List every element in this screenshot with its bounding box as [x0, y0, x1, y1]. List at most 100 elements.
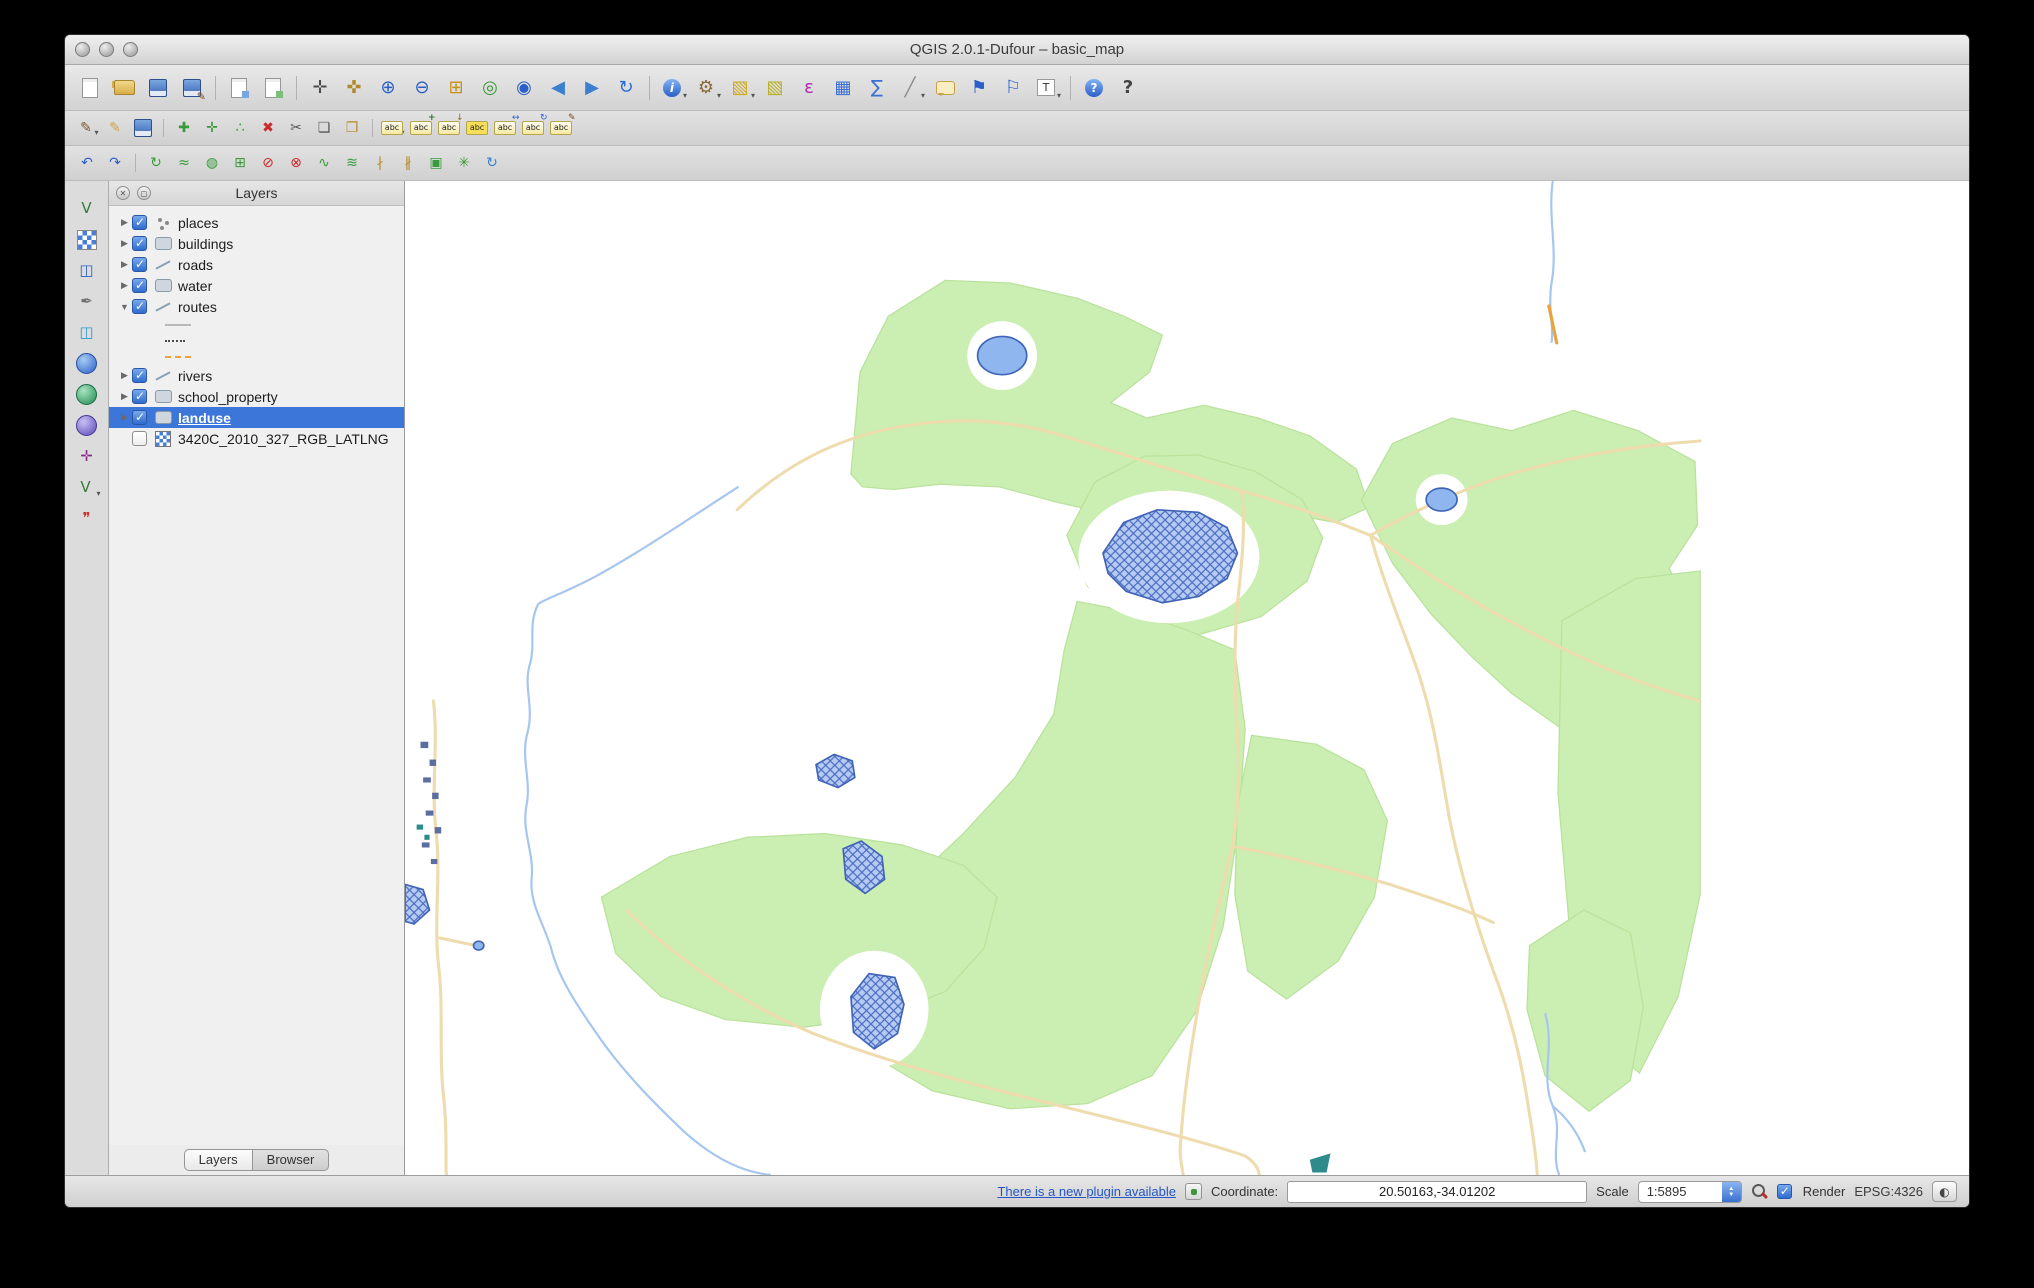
expand-arrow-icon[interactable]: ▶ — [117, 412, 132, 423]
close-panel-button[interactable]: ✕ — [116, 186, 130, 200]
rotate-point-symbols-button[interactable]: ✳ — [450, 150, 478, 176]
tab-layers[interactable]: Layers — [184, 1149, 253, 1171]
select-by-expression-button[interactable]: ε — [792, 72, 826, 104]
move-feature-button[interactable]: ✛ — [198, 115, 226, 141]
rotate-feature-button[interactable]: ↻ — [142, 150, 170, 176]
refresh-map-button[interactable]: ↻ — [609, 72, 643, 104]
field-calculator-button[interactable]: ∑ — [860, 72, 894, 104]
layer-row-buildings[interactable]: ▶ buildings — [109, 233, 404, 254]
add-wcs-layer-button[interactable] — [68, 380, 106, 409]
layer-checkbox[interactable] — [132, 410, 147, 425]
new-project-button[interactable] — [73, 72, 107, 104]
reshape-features-button[interactable]: ∿ — [310, 150, 338, 176]
label-highlight-button[interactable] — [463, 115, 491, 141]
zoom-to-selection-button[interactable]: ◎ — [473, 72, 507, 104]
zoom-to-layer-button[interactable]: ◉ — [507, 72, 541, 104]
expand-arrow-icon[interactable]: ▶ — [117, 238, 132, 249]
whats-this-button[interactable]: ? — [1111, 72, 1145, 104]
layer-row-roads[interactable]: ▶ roads — [109, 254, 404, 275]
render-checkbox[interactable] — [1777, 1184, 1792, 1199]
deselect-features-button[interactable]: ▧ — [758, 72, 792, 104]
zoom-in-button[interactable]: ⊕ — [371, 72, 405, 104]
split-parts-button[interactable]: ∦ — [394, 150, 422, 176]
layer-checkbox[interactable] — [132, 257, 147, 272]
float-panel-button[interactable]: ◻ — [137, 186, 151, 200]
crs-status-button[interactable]: ◐ — [1932, 1181, 1957, 1202]
add-delimited-text-layer-button[interactable]: ❞ — [68, 504, 106, 533]
label-move-button[interactable] — [491, 115, 519, 141]
plugin-update-link[interactable]: There is a new plugin available — [997, 1184, 1176, 1199]
undo-button[interactable]: ↶ — [73, 150, 101, 176]
add-spatialite-layer-button[interactable]: ✒ — [68, 287, 106, 316]
layer-checkbox[interactable] — [132, 299, 147, 314]
save-project-as-button[interactable] — [175, 72, 209, 104]
layer-row-routes[interactable]: ▼ routes — [109, 296, 404, 317]
layer-row-water[interactable]: ▶ water — [109, 275, 404, 296]
help-contents-button[interactable] — [1077, 72, 1111, 104]
collapse-arrow-icon[interactable]: ▼ — [117, 302, 132, 312]
coordinate-input[interactable] — [1287, 1181, 1587, 1203]
composer-manager-button[interactable] — [256, 72, 290, 104]
pan-map-button[interactable]: ✛ — [303, 72, 337, 104]
add-postgis-layer-button[interactable]: ◫ — [68, 256, 106, 285]
zoom-full-button[interactable]: ⊞ — [439, 72, 473, 104]
add-feature-button[interactable]: ✚ — [170, 115, 198, 141]
layer-checkbox[interactable] — [132, 431, 147, 446]
label-rotate-button[interactable] — [519, 115, 547, 141]
label-pin-button[interactable] — [435, 115, 463, 141]
reload-edits-button[interactable]: ↻ — [478, 150, 506, 176]
paste-features-button[interactable]: ❐ — [338, 115, 366, 141]
add-part-button[interactable]: ⊞ — [226, 150, 254, 176]
tab-browser[interactable]: Browser — [253, 1149, 330, 1171]
legend-item-routes-2[interactable] — [109, 333, 404, 349]
add-mssql-layer-button[interactable]: ◫ — [68, 318, 106, 347]
layer-row-rivers[interactable]: ▶ rivers — [109, 365, 404, 386]
open-attribute-table-button[interactable]: ▦ — [826, 72, 860, 104]
map-tips-button[interactable] — [928, 72, 962, 104]
map-canvas[interactable] — [405, 181, 1969, 1175]
zoom-out-button[interactable]: ⊖ — [405, 72, 439, 104]
split-features-button[interactable]: ∤ — [366, 150, 394, 176]
show-bookmarks-button[interactable]: ⚐ — [996, 72, 1030, 104]
identify-features-button[interactable]: ▾ — [656, 72, 690, 104]
cut-features-button[interactable]: ✂ — [282, 115, 310, 141]
node-tool-button[interactable]: ∴ — [226, 115, 254, 141]
expand-arrow-icon[interactable]: ▶ — [117, 217, 132, 228]
save-layer-edits-button[interactable] — [129, 115, 157, 141]
text-annotation-button[interactable]: ▾ — [1030, 72, 1064, 104]
expand-arrow-icon[interactable]: ▶ — [117, 259, 132, 270]
new-print-composer-button[interactable] — [222, 72, 256, 104]
layer-checkbox[interactable] — [132, 215, 147, 230]
save-project-button[interactable] — [141, 72, 175, 104]
add-wms-layer-button[interactable] — [68, 349, 106, 378]
toggle-editing-button[interactable]: ✎ — [101, 115, 129, 141]
layer-checkbox[interactable] — [132, 236, 147, 251]
label-add-button[interactable] — [407, 115, 435, 141]
run-feature-action-button[interactable]: ⚙▾ — [690, 72, 724, 104]
expand-arrow-icon[interactable]: ▶ — [117, 280, 132, 291]
layer-checkbox[interactable] — [132, 389, 147, 404]
new-shapefile-layer-button[interactable]: V▾ — [68, 473, 106, 502]
layer-checkbox[interactable] — [132, 278, 147, 293]
legend-item-routes-1[interactable] — [109, 317, 404, 333]
redo-button[interactable]: ↷ — [101, 150, 129, 176]
label-properties-button[interactable] — [547, 115, 575, 141]
delete-selected-button[interactable]: ✖ — [254, 115, 282, 141]
pan-map-to-selection-button[interactable]: ✜ — [337, 72, 371, 104]
add-ring-button[interactable]: ◍ — [198, 150, 226, 176]
zoom-last-button[interactable]: ◀ — [541, 72, 575, 104]
labeling-button[interactable]: ▾ — [379, 115, 407, 141]
delete-ring-button[interactable]: ⊘ — [254, 150, 282, 176]
scale-combobox[interactable]: 1:5895 ▲▼ — [1638, 1181, 1742, 1203]
current-edits-button[interactable]: ✎▾ — [73, 115, 101, 141]
measure-button[interactable]: ╱▾ — [894, 72, 928, 104]
select-features-button[interactable]: ▧▾ — [724, 72, 758, 104]
legend-item-routes-3[interactable] — [109, 349, 404, 365]
plugin-indicator-icon[interactable] — [1185, 1183, 1202, 1200]
expand-arrow-icon[interactable]: ▶ — [117, 370, 132, 381]
open-project-button[interactable] — [107, 72, 141, 104]
layer-row-raster[interactable]: ▶ 3420C_2010_327_RGB_LATLNG — [109, 428, 404, 449]
layer-row-school-property[interactable]: ▶ school_property — [109, 386, 404, 407]
add-wfs-layer-button[interactable] — [68, 411, 106, 440]
layer-checkbox[interactable] — [132, 368, 147, 383]
